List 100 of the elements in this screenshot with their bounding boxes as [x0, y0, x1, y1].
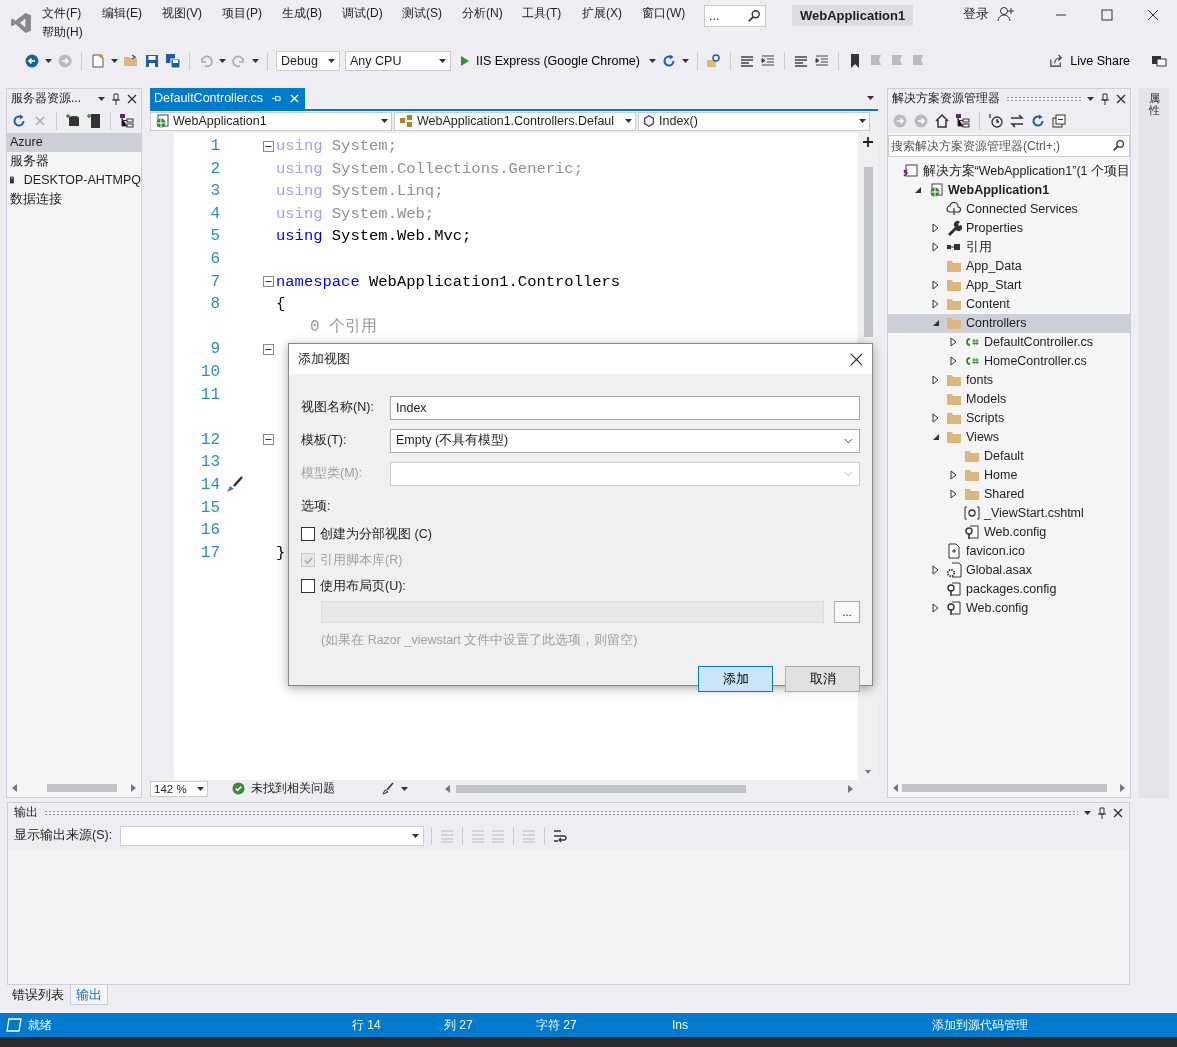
open-folder-icon[interactable] [123, 52, 139, 69]
expand-arrow-icon[interactable] [950, 489, 958, 500]
collapse-arrow-icon[interactable] [914, 186, 922, 195]
menu-item[interactable]: 分析(N) [462, 5, 522, 21]
tree-item[interactable]: Views [888, 427, 1130, 447]
checkbox-label[interactable]: 使用布局页(U): [320, 577, 406, 595]
navigation-dropdown[interactable]: Index() [638, 111, 870, 131]
scrollbar-thumb[interactable] [902, 784, 1107, 793]
panel-tab[interactable]: 输出 [70, 985, 108, 1006]
status-text[interactable]: 添加到源代码管理 [932, 1016, 1092, 1034]
caret-icon[interactable] [219, 58, 226, 63]
sync-icon[interactable] [1009, 112, 1025, 129]
dialog-button[interactable]: 添加 [698, 666, 773, 692]
caret-icon[interactable] [252, 58, 259, 63]
tree-item[interactable]: App_Data [888, 256, 1130, 276]
server-icon[interactable] [86, 112, 102, 129]
sign-in-link[interactable]: 登录 [963, 6, 990, 23]
refresh-icon[interactable] [1030, 112, 1046, 129]
close-icon[interactable] [1116, 93, 1126, 104]
save-all-icon[interactable] [165, 52, 181, 69]
caret-icon[interactable] [1084, 810, 1091, 815]
switch-views-icon[interactable] [955, 112, 971, 129]
tree-item[interactable]: packages.config [888, 579, 1130, 599]
collapse-arrow-icon[interactable] [932, 319, 940, 328]
tree-item[interactable]: Scripts [888, 408, 1130, 428]
menu-item[interactable]: 编辑(E) [102, 5, 162, 21]
caret-icon[interactable] [867, 96, 874, 101]
expand-arrow-icon[interactable] [932, 299, 940, 310]
tree-item[interactable]: Default [888, 446, 1130, 466]
menu-item[interactable]: 扩展(X) [582, 5, 642, 21]
menu-item[interactable]: 帮助(H) [42, 24, 102, 40]
scroll-right-icon[interactable] [848, 784, 854, 793]
zoom-dropdown[interactable]: 142 % [150, 780, 208, 797]
pin-icon[interactable] [1100, 92, 1110, 105]
platform-dropdown[interactable]: Any CPU [345, 50, 451, 71]
menu-item[interactable]: 视图(V) [162, 5, 222, 21]
person-icon[interactable] [997, 6, 1016, 22]
menu-item[interactable]: 文件(F) [42, 5, 102, 21]
expand-arrow-icon[interactable] [950, 337, 958, 348]
tree-item[interactable]: Web.config [888, 522, 1130, 542]
panel-tab[interactable]: 错误列表 [7, 985, 69, 1006]
caret-icon[interactable] [401, 786, 408, 791]
close-icon[interactable] [127, 93, 137, 104]
dialog-button[interactable]: 取消 [785, 666, 860, 692]
menu-item[interactable]: 工具(T) [522, 5, 582, 21]
tree-item[interactable]: Controllers [888, 313, 1130, 333]
tree-item[interactable]: Content [888, 294, 1130, 314]
tree-item[interactable]: 服务器 [7, 151, 141, 171]
tree-item[interactable]: 引用 [888, 237, 1130, 257]
pin-icon[interactable] [271, 93, 283, 103]
expand-arrow-icon[interactable] [932, 280, 940, 291]
issues-status[interactable]: 未找到相关问题 [251, 781, 335, 797]
caret-icon[interactable] [98, 96, 105, 101]
scroll-left-icon[interactable] [444, 784, 450, 793]
indent-icon[interactable] [759, 52, 776, 69]
caret-icon[interactable] [648, 58, 656, 63]
database-icon[interactable] [65, 112, 81, 129]
menu-item[interactable]: 项目(P) [222, 5, 282, 21]
scroll-left-icon[interactable] [11, 784, 17, 793]
menu-item[interactable]: 测试(S) [402, 5, 462, 21]
navigation-dropdown[interactable]: WebApplication1.Controllers.Defaul [394, 111, 636, 131]
notification-icon[interactable] [6, 1018, 22, 1033]
tree-item[interactable]: WebApplication1 [888, 180, 1130, 200]
save-icon[interactable] [144, 52, 160, 69]
expand-arrow-icon[interactable] [932, 565, 940, 576]
collapse-icon[interactable] [263, 434, 274, 446]
checkbox[interactable] [301, 527, 315, 541]
dropdown-field[interactable] [390, 461, 860, 486]
browse-button[interactable]: ... [834, 601, 860, 623]
word-wrap-icon[interactable] [552, 827, 569, 844]
tree-item[interactable]: favicon.ico [888, 541, 1130, 561]
menu-item[interactable]: 调试(D) [342, 5, 402, 21]
scrollbar-thumb[interactable] [456, 784, 746, 793]
caret-icon[interactable] [45, 58, 52, 63]
scrollbar-thumb[interactable] [863, 166, 873, 337]
new-project-icon[interactable] [90, 52, 106, 69]
dropdown-field[interactable]: Empty (不具有模型) [390, 428, 860, 453]
expand-arrow-icon[interactable] [932, 223, 940, 234]
menu-item[interactable]: 窗口(W) [642, 5, 702, 21]
caret-icon[interactable] [1087, 96, 1094, 101]
configuration-dropdown[interactable]: Debug [276, 50, 340, 71]
tree-icon[interactable] [119, 112, 135, 129]
scroll-right-icon[interactable] [131, 784, 137, 793]
document-tab[interactable]: DefaultController.cs [150, 87, 306, 109]
collapse-icon[interactable] [263, 140, 274, 152]
expand-arrow-icon[interactable] [932, 375, 940, 386]
collapse-icon[interactable] [263, 276, 274, 288]
scrollbar-thumb[interactable] [47, 784, 117, 793]
pin-icon[interactable] [111, 92, 121, 105]
tree-item[interactable]: Connected Services [888, 199, 1130, 219]
close-icon[interactable] [1147, 9, 1160, 21]
navigation-dropdown[interactable]: WebApplication1 [150, 111, 392, 131]
caret-icon[interactable] [111, 58, 118, 63]
checkbox-label[interactable]: 创建为分部视图 (C) [320, 525, 432, 543]
tree-item[interactable]: Shared [888, 484, 1130, 504]
tree-item[interactable]: Web.config [888, 598, 1130, 618]
scroll-down-icon[interactable] [865, 767, 871, 776]
expand-arrow-icon[interactable] [932, 603, 940, 614]
back-icon[interactable] [24, 52, 40, 69]
collapse-all-icon[interactable] [1051, 112, 1067, 129]
